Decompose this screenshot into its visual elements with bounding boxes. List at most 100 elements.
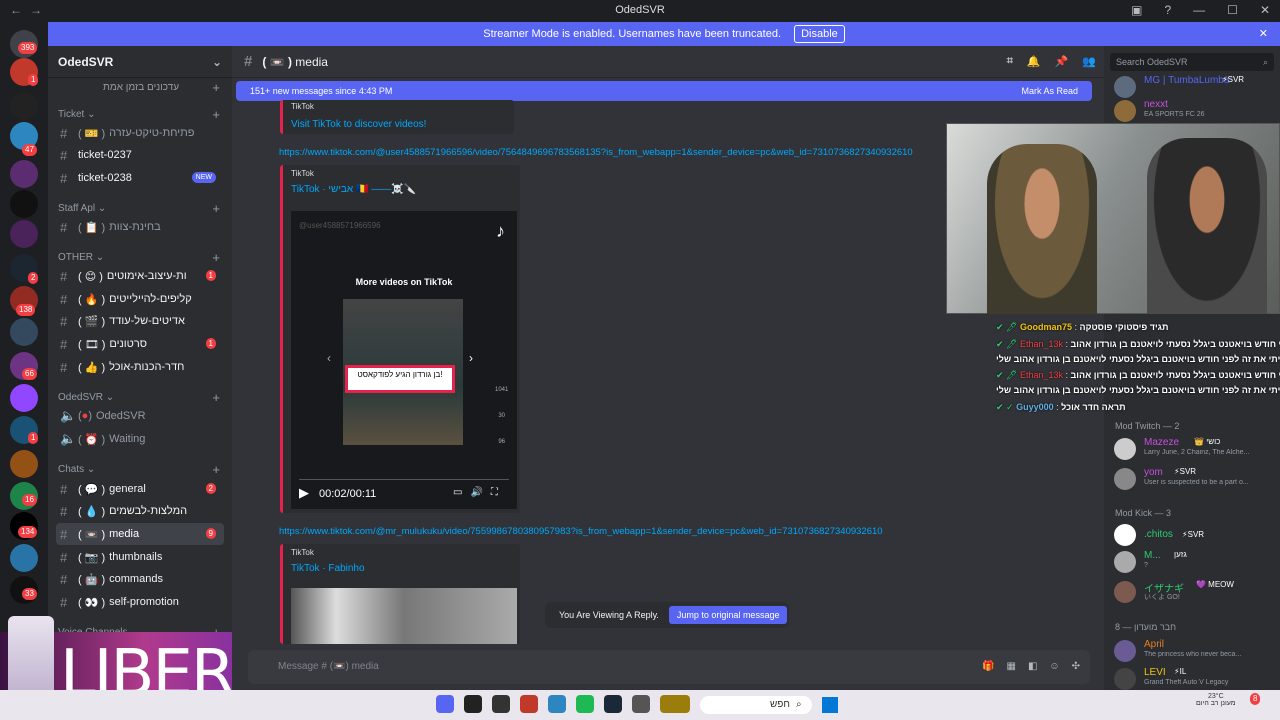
minimize-icon[interactable]: —	[1193, 3, 1205, 17]
embed-title-link[interactable]: Visit TikTok to discover videos!	[291, 119, 506, 130]
member-item[interactable]: イザナギ 💜 MEOW いくよ GO!	[1114, 579, 1274, 605]
channel-top-item[interactable]: עדכונים בזמן אמת +	[58, 80, 224, 95]
message-input[interactable]: Message # (📼) media 🎁 ▦ ◧ ☺ ✣	[248, 650, 1090, 684]
weather-widget[interactable]: 23°C מעונן רב היום	[1196, 693, 1236, 707]
tiktok-video-player[interactable]: @user4588571966596 ♪ More videos on TikT…	[291, 211, 517, 509]
category-chats[interactable]: Chats ⌄ +	[58, 462, 224, 477]
avatar	[1114, 668, 1136, 690]
member-item[interactable]: M... גזען?	[1114, 549, 1274, 575]
member-item[interactable]: yom ⚡SVR User is suspected to be a part o.…	[1114, 466, 1274, 492]
channel-ticket-0237[interactable]: # ticket-0237	[56, 144, 224, 166]
category-odedsvr[interactable]: OdedSVR ⌄ +	[58, 390, 224, 405]
disable-button[interactable]: Disable	[794, 25, 845, 43]
obs-taskbar-icon[interactable]	[492, 695, 510, 713]
embed-title-link[interactable]: TikTok · Fabinho	[291, 563, 512, 574]
media-player-taskbar-icon[interactable]	[464, 695, 482, 713]
server-icon-9[interactable]	[10, 318, 38, 346]
add-channel-icon[interactable]: +	[212, 201, 220, 216]
video-progress-track[interactable]	[299, 479, 509, 480]
channel-ticket-0238[interactable]: # ticket-0238 NEW	[56, 167, 224, 189]
channel-general[interactable]: #( 💬 ) general 2	[56, 478, 224, 500]
previous-icon[interactable]: ‹	[327, 351, 331, 365]
channel-recommendations[interactable]: #( 💧 ) המלצות-לבשמים	[56, 500, 224, 522]
channel-staff-test[interactable]: #( 📋 ) בחינת-צוות	[56, 216, 224, 238]
stream-chat-line: ✔ 🖊 Ethan_13k : פני חודש בויאטנט ביגלל נ…	[996, 339, 1280, 350]
server-badge: 134	[18, 526, 38, 538]
channel-other-5[interactable]: #( 👍 ) חדר-הכנות-אוכל	[56, 356, 224, 378]
bell-icon[interactable]: 🔔	[1027, 55, 1041, 68]
windows-start-icon[interactable]	[822, 697, 838, 713]
spotify-taskbar-icon[interactable]	[576, 695, 594, 713]
server-icon-6[interactable]	[10, 220, 38, 248]
channel-other-3[interactable]: #( 🎬 ) אדיטים-של-עודד	[56, 310, 224, 332]
message-link[interactable]: https://www.tiktok.com/@mr_mulukuku/vide…	[279, 526, 979, 537]
embed-title-link[interactable]: TikTok · אבישי 🇷🇴 ——☠️🔪	[291, 184, 512, 195]
add-channel-icon[interactable]: +	[212, 107, 220, 122]
server-icon-2[interactable]	[10, 92, 38, 120]
video-thumbnail[interactable]	[291, 588, 517, 644]
gif-icon[interactable]: ▦	[1006, 650, 1015, 684]
captions-icon[interactable]: ▭	[453, 487, 462, 498]
pin-icon[interactable]: 📌	[1055, 55, 1069, 68]
server-icon-5[interactable]	[10, 190, 38, 218]
member-name: yom	[1144, 467, 1163, 478]
category-staff[interactable]: Staff Apl ⌄ +	[58, 201, 224, 216]
channel-other-2[interactable]: #( 🔥 ) קליפים-להיילייטים	[56, 288, 224, 310]
next-icon[interactable]: ›	[469, 351, 473, 365]
close-window-icon[interactable]: ✕	[1260, 3, 1270, 17]
server-icon-15[interactable]	[10, 544, 38, 572]
member-item[interactable]: .chitos ⚡SVR	[1114, 522, 1274, 548]
channel-self-promotion[interactable]: #( 👀 ) self-promotion	[56, 591, 224, 613]
discord-taskbar-icon[interactable]	[436, 695, 454, 713]
volume-icon[interactable]: 🔊	[470, 487, 482, 498]
close-banner-icon[interactable]: ✕	[1259, 22, 1268, 46]
member-item[interactable]: April The princess who never beca...	[1114, 638, 1274, 664]
file-explorer-taskbar-icon[interactable]	[632, 695, 650, 713]
apps-icon[interactable]: ✣	[1072, 650, 1080, 684]
add-channel-icon[interactable]: +	[212, 80, 220, 95]
member-item[interactable]: Mazeze 👑 כושי Larry June, 2 Chainz, The Al…	[1114, 436, 1274, 462]
play-icon[interactable]: ▶	[299, 485, 309, 501]
inbox-icon[interactable]: ▣	[1131, 3, 1142, 17]
server-icon-4[interactable]	[10, 160, 38, 188]
add-channel-icon[interactable]: +	[212, 462, 220, 477]
channel-other-1[interactable]: #( 😊 ) ות-עיצוב-אימוטים 1	[56, 265, 224, 287]
emoji-icon[interactable]: ☺	[1049, 650, 1059, 684]
app-taskbar-icon[interactable]	[520, 695, 538, 713]
chrome-taskbar-icon[interactable]	[548, 695, 566, 713]
search-input[interactable]: Search OdedSVR ⌕	[1110, 53, 1274, 71]
steam-taskbar-icon[interactable]	[604, 695, 622, 713]
category-other[interactable]: OTHER ⌄ +	[58, 250, 224, 265]
category-ticket[interactable]: Ticket ⌄ +	[58, 107, 224, 122]
member-item[interactable]: nexxt EA SPORTS FC 26	[1114, 98, 1274, 124]
voice-channel-odedsvr[interactable]: 🔈( ● ) OdedSVR	[56, 405, 224, 427]
member-item[interactable]: MG | TumbaLumba ⚡SVR	[1114, 74, 1274, 100]
maximize-icon[interactable]: ☐	[1227, 3, 1238, 17]
jump-to-original-button[interactable]: Jump to original message	[668, 606, 788, 624]
add-channel-icon[interactable]: +	[212, 250, 220, 265]
member-name: April	[1144, 639, 1165, 650]
new-messages-bar[interactable]: 151+ new messages since 4:43 PM Mark As …	[236, 81, 1092, 101]
message-link[interactable]: https://www.tiktok.com/@user458857196659…	[279, 147, 947, 158]
mark-as-read-button[interactable]: Mark As Read	[1021, 81, 1078, 101]
channel-thumbnails[interactable]: #( 📷 ) thumbnails	[56, 546, 224, 568]
video-thumbnail[interactable]: בן גורדון הגיע לפודקאסט!	[343, 299, 463, 445]
member-item[interactable]: LEVI ⚡IL Grand Theft Auto V Legacy	[1114, 666, 1274, 692]
help-icon[interactable]: ?	[1164, 3, 1171, 17]
game-taskbar-icon[interactable]	[660, 695, 690, 713]
channel-open-ticket[interactable]: #( 🎫 ) פתיחת-טיקט-עזרה	[56, 122, 224, 144]
add-channel-icon[interactable]: +	[212, 390, 220, 405]
server-header[interactable]: OdedSVR ⌄	[48, 46, 232, 78]
taskbar-search[interactable]: חפש ⌕	[700, 696, 812, 714]
sticker-icon[interactable]: ◧	[1028, 650, 1037, 684]
members-icon[interactable]: 👥	[1082, 55, 1096, 68]
threads-icon[interactable]: ⌗	[1007, 55, 1013, 68]
gift-icon[interactable]: 🎁	[982, 650, 994, 684]
channel-commands[interactable]: #( 🤖 ) commands	[56, 568, 224, 590]
channel-media[interactable]: #( 📼 ) media 9	[56, 523, 224, 545]
channel-other-4[interactable]: #( 🎞 ) סרטונים 1	[56, 333, 224, 355]
voice-channel-waiting[interactable]: 🔈( ⏰ ) Waiting	[56, 428, 224, 450]
fullscreen-icon[interactable]: ⛶	[491, 487, 498, 498]
twitch-server-icon[interactable]	[10, 384, 38, 412]
server-icon-12[interactable]	[10, 450, 38, 478]
